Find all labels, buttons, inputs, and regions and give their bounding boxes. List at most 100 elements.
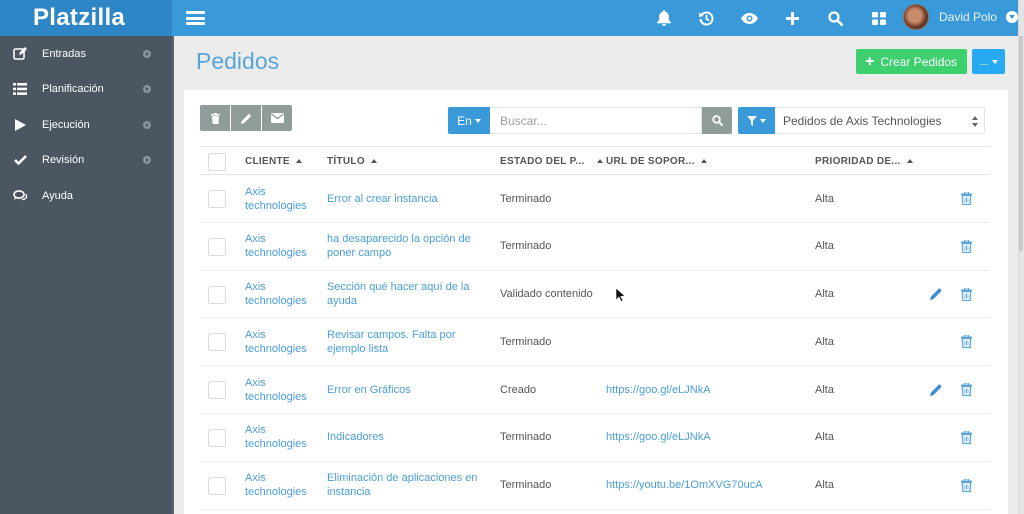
- filter-select[interactable]: Pedidos de Axis Technologies: [775, 107, 985, 134]
- bulk-email-button[interactable]: [262, 105, 292, 131]
- edit-row-button[interactable]: [930, 366, 942, 413]
- language-dropdown[interactable]: En: [448, 107, 490, 134]
- delete-row-button[interactable]: [961, 414, 972, 461]
- bulk-edit-button[interactable]: [231, 105, 261, 131]
- column-header-titulo[interactable]: TÍTULO: [327, 147, 377, 175]
- search-input[interactable]: [490, 107, 702, 134]
- column-header-url[interactable]: URL DE SOPOR...: [606, 147, 707, 175]
- client-link[interactable]: Axis technologies: [245, 271, 320, 318]
- title-link[interactable]: Eliminación de aplicaciones en instancia: [327, 462, 492, 509]
- sort-asc-icon: [295, 159, 302, 163]
- sidebar-item-label: Ejecución: [42, 118, 90, 131]
- grid-icon[interactable]: [857, 0, 900, 36]
- edit-row-button[interactable]: [930, 271, 942, 318]
- client-link[interactable]: Axis technologies: [245, 223, 320, 270]
- title-link[interactable]: Error en Gráficos: [327, 366, 492, 413]
- row-checkbox[interactable]: [208, 333, 226, 352]
- title-link[interactable]: Sección qué hacer aquí de la ayuda: [327, 271, 492, 318]
- support-url-link[interactable]: [606, 271, 806, 318]
- support-url-link[interactable]: [606, 318, 806, 365]
- row-checkbox[interactable]: [208, 381, 226, 400]
- more-actions-button[interactable]: ....: [972, 49, 1005, 74]
- table-row[interactable]: Axis technologies Error al crear instanc…: [200, 175, 990, 223]
- table-body: Axis technologies Error al crear instanc…: [200, 175, 990, 510]
- support-url-link[interactable]: [606, 175, 806, 222]
- top-navbar: David Polo: [172, 0, 1018, 36]
- brand-logo[interactable]: Platzilla: [0, 0, 172, 36]
- user-menu[interactable]: David Polo: [903, 4, 1018, 30]
- chevron-right-icon: [143, 156, 151, 165]
- comments-icon: [12, 189, 28, 202]
- table-row[interactable]: Axis technologies Error en Gráficos Crea…: [200, 366, 990, 414]
- priority-text: Alta: [815, 192, 834, 205]
- row-checkbox[interactable]: [208, 285, 226, 304]
- sort-asc-icon: [596, 159, 603, 163]
- title-link[interactable]: Revisar campos. Falta por ejemplo lista: [327, 318, 492, 365]
- title-link[interactable]: Indicadores: [327, 414, 492, 461]
- column-header-estado[interactable]: ESTADO DEL P...: [500, 147, 603, 175]
- filter-dropdown-button[interactable]: [738, 107, 775, 134]
- eye-icon[interactable]: [728, 0, 771, 36]
- trash-icon: [961, 192, 972, 205]
- history-icon[interactable]: [685, 0, 728, 36]
- delete-row-button[interactable]: [961, 462, 972, 509]
- title-link[interactable]: Error al crear instancia: [327, 175, 492, 222]
- support-url-link[interactable]: https://youtu.be/1OmXVG70ucA: [606, 462, 806, 509]
- support-url-link[interactable]: https://goo.gl/eLJNkA: [606, 366, 806, 413]
- orders-table: CLIENTE TÍTULO ESTADO DEL P... URL DE SO…: [200, 146, 990, 510]
- bell-icon[interactable]: [642, 0, 685, 36]
- sidebar-item-ejecucion[interactable]: Ejecución: [0, 107, 172, 143]
- page-scrollbar[interactable]: [1018, 0, 1024, 514]
- bulk-delete-button[interactable]: [200, 105, 230, 131]
- table-header: CLIENTE TÍTULO ESTADO DEL P... URL DE SO…: [200, 146, 990, 175]
- plus-icon: +: [865, 52, 875, 70]
- column-header-cliente[interactable]: CLIENTE: [245, 147, 302, 175]
- filter-select-value: Pedidos de Axis Technologies: [783, 113, 942, 128]
- row-checkbox[interactable]: [208, 476, 226, 495]
- delete-row-button[interactable]: [961, 366, 972, 413]
- create-order-button[interactable]: + Crear Pedidos: [856, 49, 967, 74]
- select-all-checkbox[interactable]: [208, 153, 226, 171]
- title-link[interactable]: ha desaparecido la opción de poner campo: [327, 223, 492, 270]
- table-row[interactable]: Axis technologies Eliminación de aplicac…: [200, 462, 990, 510]
- avatar: [903, 4, 929, 30]
- delete-row-button[interactable]: [961, 223, 972, 270]
- column-header-prioridad[interactable]: PRIORIDAD DE...: [815, 147, 913, 175]
- client-link[interactable]: Axis technologies: [245, 175, 320, 222]
- client-link[interactable]: Axis technologies: [245, 414, 320, 461]
- table-row[interactable]: Axis technologies Indicadores Terminado …: [200, 414, 990, 462]
- bulk-actions: [200, 105, 293, 131]
- sidebar-item-revision[interactable]: Revisión: [0, 143, 172, 179]
- delete-row-button[interactable]: [961, 318, 972, 365]
- row-checkbox[interactable]: [208, 237, 226, 256]
- table-row[interactable]: Axis technologies Revisar campos. Falta …: [200, 318, 990, 367]
- status-text: Creado: [500, 383, 537, 396]
- user-name: David Polo: [938, 10, 998, 24]
- trash-icon: [961, 430, 972, 444]
- priority-text: Alta: [815, 335, 834, 348]
- row-checkbox[interactable]: [208, 190, 226, 208]
- edit-icon: [12, 47, 28, 61]
- sidebar-item-planificacion[interactable]: Planificación: [0, 72, 172, 108]
- client-link[interactable]: Axis technologies: [245, 366, 320, 413]
- column-header-label: URL DE SOPOR...: [606, 155, 695, 167]
- support-url-link[interactable]: https://goo.gl/eLJNkA: [606, 414, 806, 461]
- search-button[interactable]: [702, 107, 732, 134]
- sidebar-item-ayuda[interactable]: Ayuda: [0, 178, 172, 214]
- client-link[interactable]: Axis technologies: [245, 462, 320, 509]
- table-row[interactable]: Axis technologies Sección qué hacer aquí…: [200, 271, 990, 319]
- more-actions-label: ....: [978, 56, 989, 67]
- support-url-link[interactable]: [606, 223, 806, 270]
- plus-icon[interactable]: [771, 0, 814, 36]
- sidebar-item-entradas[interactable]: Entradas: [0, 36, 172, 72]
- row-checkbox[interactable]: [208, 428, 226, 447]
- table-row[interactable]: Axis technologies ha desaparecido la opc…: [200, 223, 990, 271]
- menu-toggle-icon[interactable]: [186, 11, 205, 25]
- delete-row-button[interactable]: [961, 271, 972, 318]
- search-icon[interactable]: [814, 0, 857, 36]
- column-header-label: CLIENTE: [245, 155, 290, 167]
- client-link[interactable]: Axis technologies: [245, 318, 320, 365]
- sort-asc-icon: [906, 159, 913, 163]
- scrollbar-thumb[interactable]: [1019, 36, 1023, 251]
- delete-row-button[interactable]: [961, 175, 972, 222]
